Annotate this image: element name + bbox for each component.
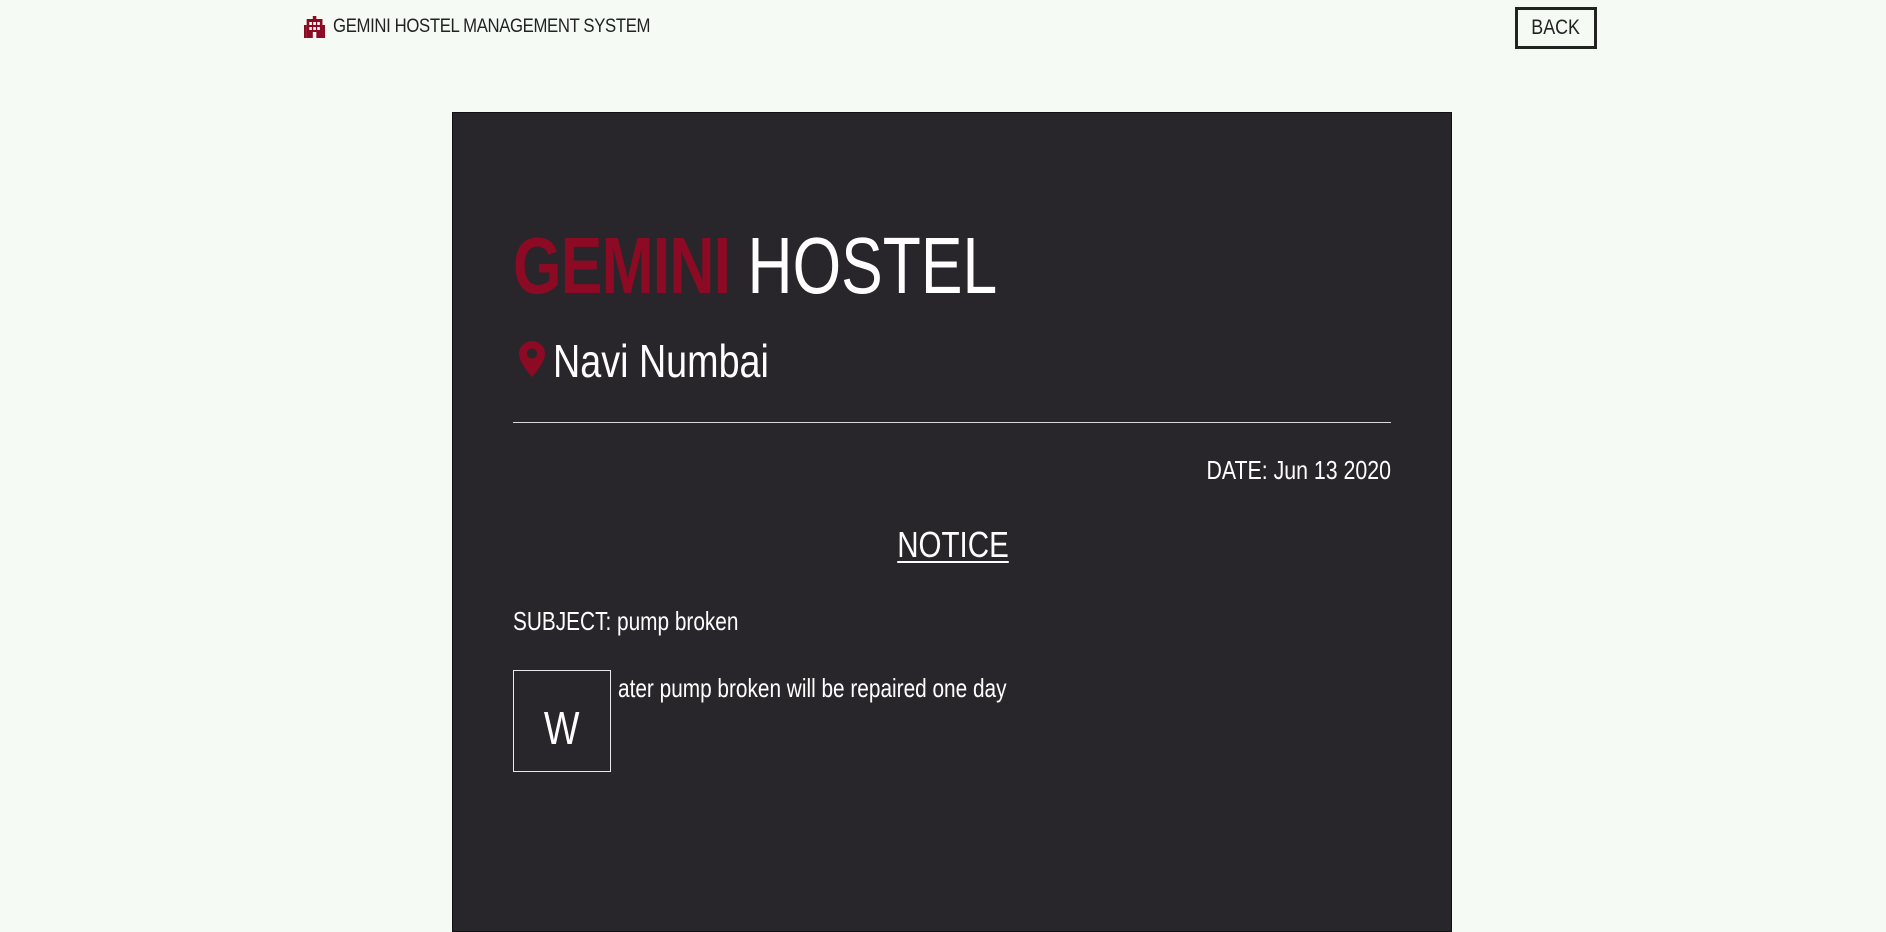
building-icon (304, 16, 326, 38)
back-button-label: BACK (1531, 16, 1581, 39)
hostel-title-rest: HOSTEL (747, 221, 998, 310)
drop-cap: W (513, 670, 611, 772)
notice-body: ater pump broken will be repaired one da… (618, 673, 1007, 703)
hostel-title-accent: GEMINI (513, 221, 731, 310)
notice-heading-text: NOTICE (897, 524, 1009, 565)
top-navbar: GEMINI HOSTEL MANAGEMENT SYSTEM BACK (0, 0, 1886, 60)
hostel-title: GEMINI HOSTEL (513, 221, 997, 311)
location-text: Navi Numbai (553, 335, 769, 387)
notice-subject: SUBJECT: pump broken (513, 606, 739, 636)
brand[interactable]: GEMINI HOSTEL MANAGEMENT SYSTEM (304, 16, 650, 38)
location: Navi Numbai (519, 335, 816, 387)
back-button[interactable]: BACK (1515, 7, 1597, 49)
divider (513, 422, 1391, 423)
notice-date: DATE: Jun 13 2020 (1206, 455, 1392, 485)
notice-heading: NOTICE (453, 524, 1453, 566)
brand-label: GEMINI HOSTEL MANAGEMENT SYSTEM (333, 16, 651, 37)
notice-card: GEMINI HOSTEL Navi Numbai DATE: Jun 13 2… (452, 112, 1452, 932)
map-pin-icon (519, 335, 545, 387)
drop-cap-letter: W (544, 702, 580, 754)
